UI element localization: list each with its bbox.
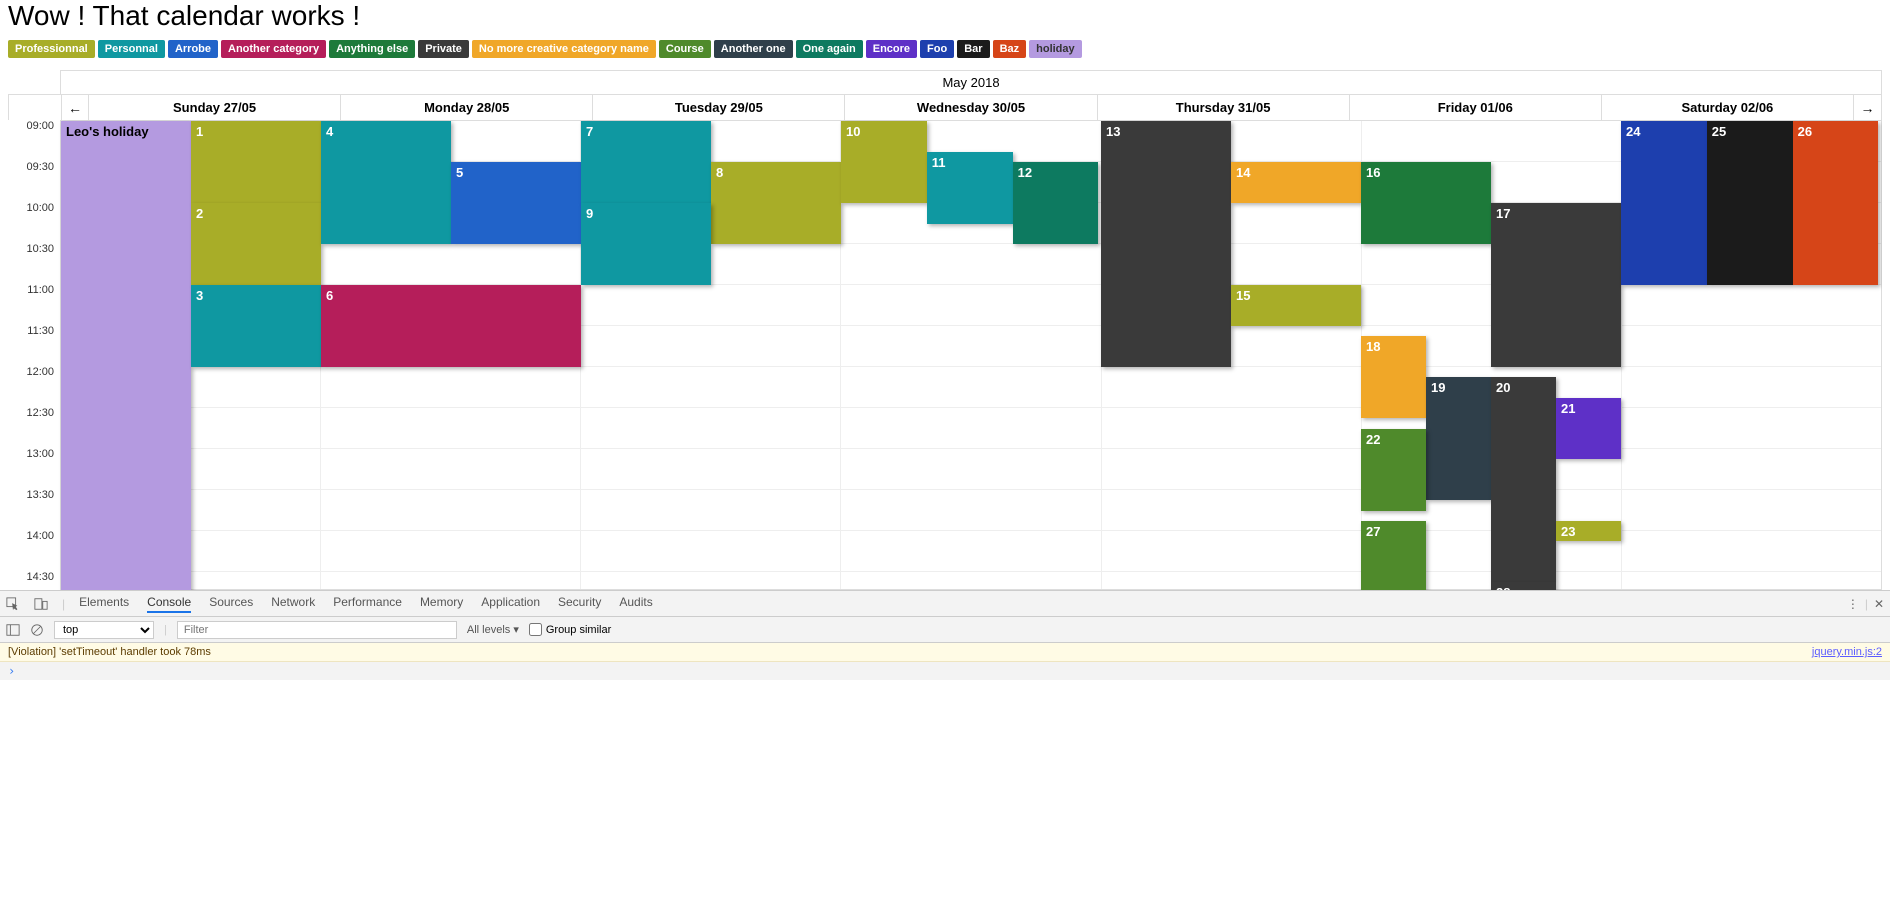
- calendar-event[interactable]: 24: [1621, 121, 1707, 285]
- category-pill[interactable]: No more creative category name: [472, 40, 656, 58]
- next-week-button[interactable]: →: [1853, 95, 1881, 120]
- category-pill[interactable]: Course: [659, 40, 711, 58]
- time-label: 09:30: [8, 161, 60, 202]
- calendar-header: ← Sunday 27/05Monday 28/05Tuesday 29/05W…: [8, 94, 1882, 120]
- devtools-more-icon[interactable]: ⋮: [1847, 597, 1859, 611]
- group-similar-checkbox[interactable]: [529, 623, 542, 636]
- devtools-panel: | ElementsConsoleSourcesNetworkPerforman…: [0, 590, 1890, 680]
- category-pill[interactable]: Another one: [714, 40, 793, 58]
- calendar-event[interactable]: 2: [191, 203, 321, 285]
- time-label: 13:00: [8, 448, 60, 489]
- calendar-grid[interactable]: Leo's holiday123456789101112131415161718…: [60, 120, 1882, 590]
- calendar-event[interactable]: 11: [927, 152, 1013, 224]
- calendar-event[interactable]: 14: [1231, 162, 1361, 203]
- calendar-event[interactable]: 20: [1491, 377, 1556, 582]
- time-label: 12:00: [8, 366, 60, 407]
- time-label: 09:00: [8, 120, 60, 161]
- calendar-event[interactable]: 12: [1013, 162, 1099, 244]
- group-similar-label: Group similar: [546, 624, 611, 636]
- category-pill[interactable]: holiday: [1029, 40, 1082, 58]
- devtools-tab[interactable]: Performance: [333, 595, 402, 613]
- category-pill[interactable]: One again: [796, 40, 863, 58]
- category-pill[interactable]: Foo: [920, 40, 954, 58]
- devtools-tab[interactable]: Console: [147, 595, 191, 613]
- category-pill[interactable]: Bar: [957, 40, 989, 58]
- calendar-event[interactable]: 16: [1361, 162, 1491, 244]
- calendar-event[interactable]: 28: [1491, 582, 1556, 590]
- calendar-event[interactable]: 18: [1361, 336, 1426, 418]
- all-day-event[interactable]: Leo's holiday: [61, 121, 191, 590]
- calendar-event[interactable]: 5: [451, 162, 581, 244]
- clear-console-icon[interactable]: [30, 623, 44, 637]
- day-header: Monday 28/05: [341, 95, 593, 120]
- category-pill[interactable]: Professionnal: [8, 40, 95, 58]
- calendar-event[interactable]: 22: [1361, 429, 1426, 511]
- inspect-icon[interactable]: [6, 597, 20, 611]
- calendar-event[interactable]: 27: [1361, 521, 1426, 590]
- calendar-event[interactable]: 17: [1491, 203, 1621, 367]
- devtools-tabs: | ElementsConsoleSourcesNetworkPerforman…: [0, 591, 1890, 617]
- log-levels-dropdown[interactable]: All levels ▾: [467, 623, 519, 636]
- calendar-event[interactable]: 25: [1707, 121, 1793, 285]
- time-column: 09:0009:3010:0010:3011:0011:3012:0012:30…: [8, 120, 60, 590]
- page-title: Wow ! That calendar works !: [0, 0, 1890, 40]
- day-header: Tuesday 29/05: [593, 95, 845, 120]
- calendar-event[interactable]: 13: [1101, 121, 1231, 367]
- devtools-tab[interactable]: Memory: [420, 595, 463, 613]
- devtools-tab[interactable]: Network: [271, 595, 315, 613]
- time-label: 12:30: [8, 407, 60, 448]
- prev-week-button[interactable]: ←: [61, 95, 89, 120]
- calendar-event[interactable]: 15: [1231, 285, 1361, 326]
- calendar-event[interactable]: 6: [321, 285, 581, 367]
- category-pill[interactable]: Private: [418, 40, 469, 58]
- category-list: ProfessionnalPersonnalArrobeAnother cate…: [0, 40, 1890, 70]
- devtools-tab[interactable]: Elements: [79, 595, 129, 613]
- calendar: May 2018 ← Sunday 27/05Monday 28/05Tuesd…: [0, 70, 1890, 590]
- category-pill[interactable]: Personnal: [98, 40, 165, 58]
- category-pill[interactable]: Encore: [866, 40, 917, 58]
- calendar-event[interactable]: 26: [1793, 121, 1879, 285]
- devtools-tab[interactable]: Application: [481, 595, 540, 613]
- category-pill[interactable]: Another category: [221, 40, 326, 58]
- console-source-link[interactable]: jquery.min.js:2: [1812, 646, 1882, 658]
- day-header: Thursday 31/05: [1098, 95, 1350, 120]
- devtools-tab[interactable]: Security: [558, 595, 601, 613]
- sidebar-toggle-icon[interactable]: [6, 623, 20, 637]
- day-header: Saturday 02/06: [1602, 95, 1853, 120]
- calendar-event[interactable]: 4: [321, 121, 451, 244]
- console-filter-input[interactable]: [177, 621, 457, 639]
- time-label: 14:30: [8, 571, 60, 590]
- time-label: 10:00: [8, 202, 60, 243]
- day-header: Friday 01/06: [1350, 95, 1602, 120]
- calendar-event[interactable]: 1: [191, 121, 321, 203]
- calendar-event[interactable]: 21: [1556, 398, 1621, 460]
- devtools-tab[interactable]: Audits: [619, 595, 652, 613]
- category-pill[interactable]: Anything else: [329, 40, 415, 58]
- calendar-event[interactable]: 3: [191, 285, 321, 367]
- context-select[interactable]: top: [54, 621, 154, 639]
- console-toolbar: top | All levels ▾ Group similar: [0, 617, 1890, 643]
- calendar-event[interactable]: 10: [841, 121, 927, 203]
- time-label: 13:30: [8, 489, 60, 530]
- category-pill[interactable]: Arrobe: [168, 40, 218, 58]
- console-message: [Violation] 'setTimeout' handler took 78…: [0, 643, 1890, 662]
- time-label: 11:30: [8, 325, 60, 366]
- time-label: 14:00: [8, 530, 60, 571]
- calendar-event[interactable]: 23: [1556, 521, 1621, 542]
- calendar-month-label: May 2018: [60, 70, 1882, 94]
- calendar-event[interactable]: 19: [1426, 377, 1491, 500]
- devtools-tab[interactable]: Sources: [209, 595, 253, 613]
- category-pill[interactable]: Baz: [993, 40, 1027, 58]
- device-icon[interactable]: [34, 597, 48, 611]
- calendar-event[interactable]: 9: [581, 203, 711, 285]
- time-label: 11:00: [8, 284, 60, 325]
- day-header: Wednesday 30/05: [845, 95, 1097, 120]
- calendar-event[interactable]: 7: [581, 121, 711, 203]
- calendar-event[interactable]: 8: [711, 162, 841, 244]
- devtools-close-icon[interactable]: ✕: [1874, 597, 1884, 611]
- time-label: 10:30: [8, 243, 60, 284]
- console-prompt[interactable]: ›: [0, 662, 1890, 680]
- day-header: Sunday 27/05: [89, 95, 341, 120]
